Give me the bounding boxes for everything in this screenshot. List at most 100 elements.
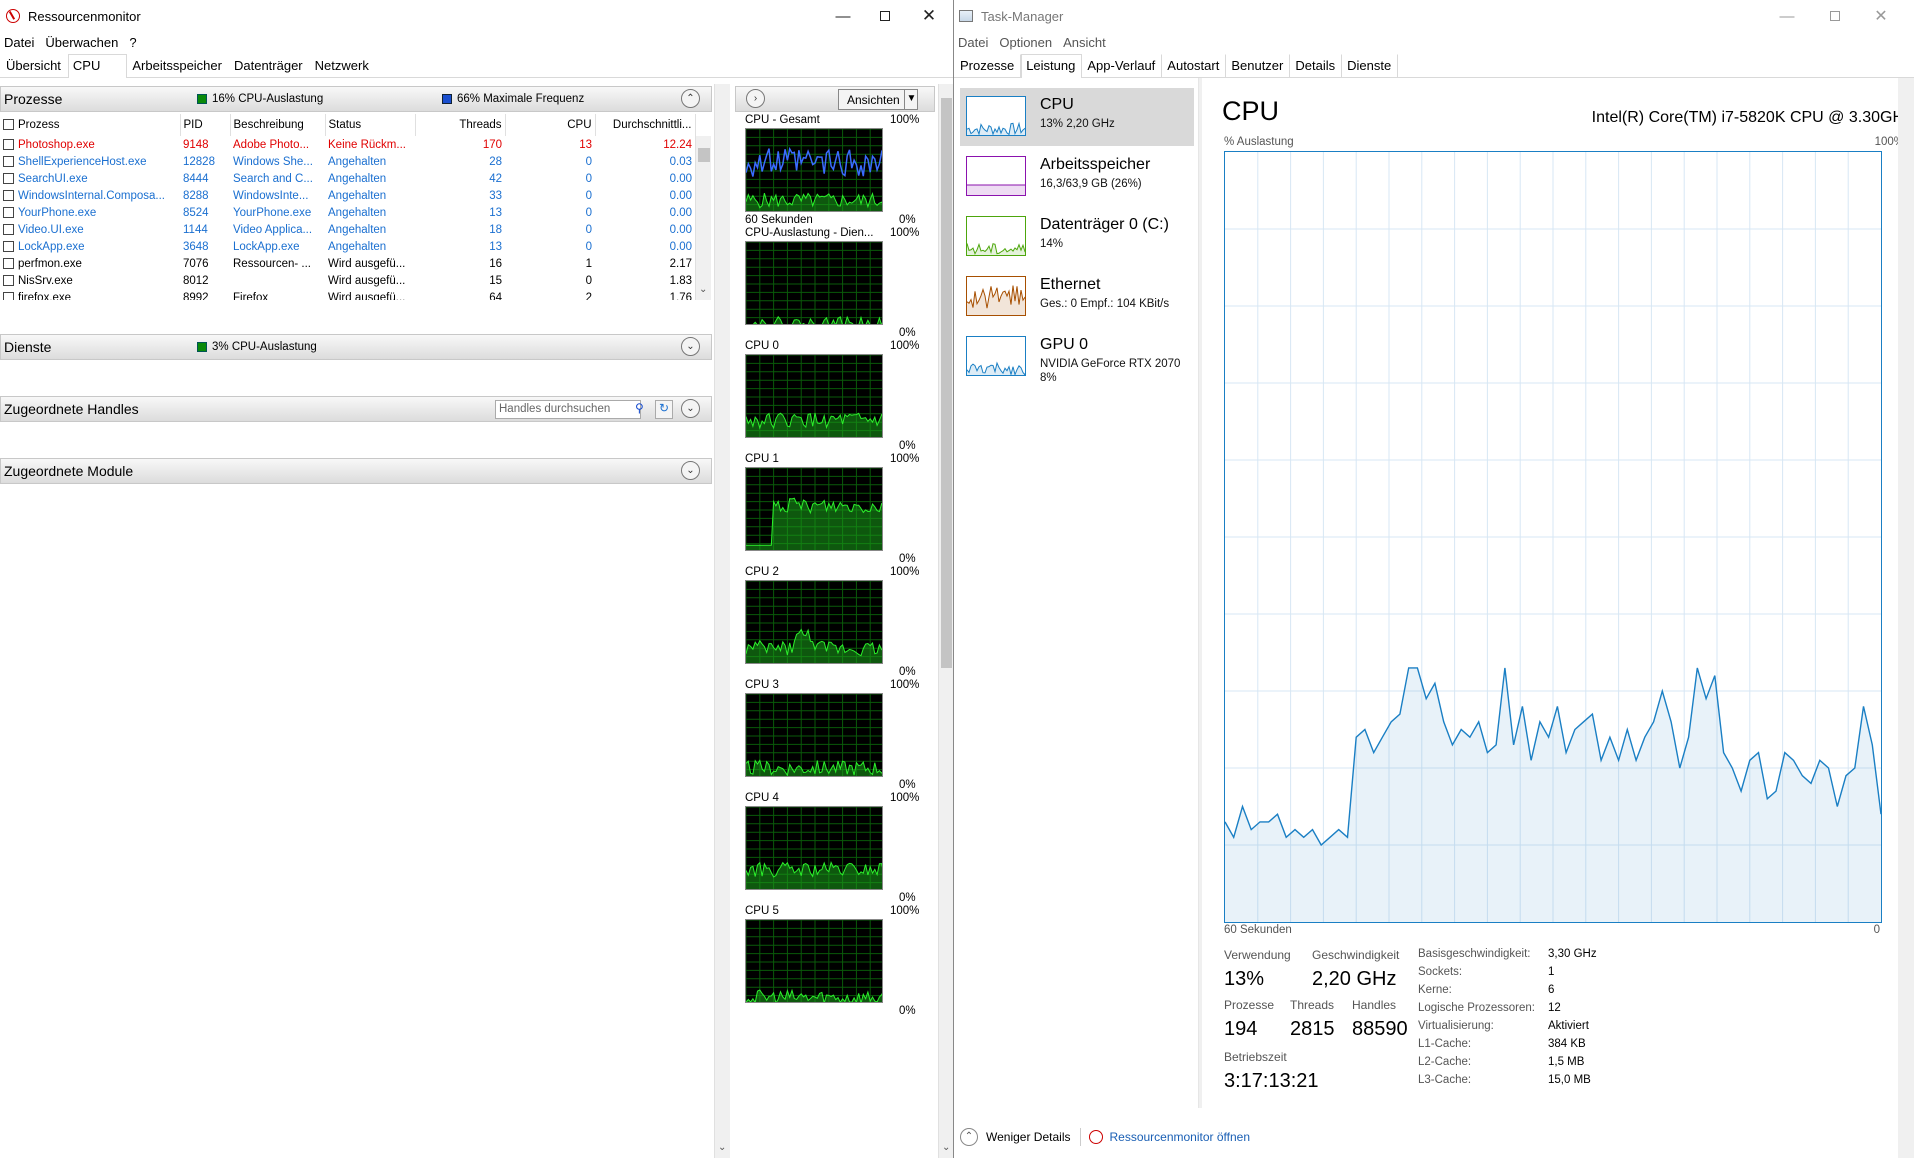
- handles-search-input[interactable]: Handles durchsuchen: [495, 400, 641, 419]
- spec-value: 12: [1548, 1002, 1561, 1014]
- menu-optionen[interactable]: Optionen: [999, 35, 1052, 50]
- sidebar-item-arbeitsspeicher[interactable]: Arbeitsspeicher 16,3/63,9 GB (26%): [960, 148, 1194, 206]
- menu-datei[interactable]: Datei: [4, 35, 34, 50]
- tab-arbeitsspeicher[interactable]: Arbeitsspeicher: [127, 54, 229, 77]
- tab-app-verlauf[interactable]: App-Verlauf: [1082, 54, 1163, 77]
- table-row[interactable]: Video.UI.exe 1144 Video Applica... Angehalt…: [0, 221, 695, 238]
- maximize-button[interactable]: [862, 0, 908, 32]
- tm-scrollbar[interactable]: [1898, 78, 1914, 1158]
- graph-label: CPU 0: [745, 340, 779, 352]
- tab-cpu[interactable]: CPU: [67, 54, 128, 78]
- tab-details[interactable]: Details: [1290, 54, 1343, 77]
- chevron-down-icon[interactable]: ⌄: [681, 461, 700, 480]
- table-row[interactable]: ShellExperienceHost.exe 12828 Windows She.…: [0, 153, 695, 170]
- tm-titlebar[interactable]: Task-Manager — ✕: [954, 0, 1914, 32]
- col-beschreibung[interactable]: Beschreibung: [230, 114, 326, 136]
- dropdown-arrow-icon[interactable]: ▼: [904, 90, 918, 109]
- tab-dienste[interactable]: Dienste: [1342, 54, 1399, 77]
- graph-min-label: 0%: [899, 553, 916, 565]
- process-desc: Adobe Photo...: [233, 138, 310, 151]
- tab-benutzer[interactable]: Benutzer: [1226, 54, 1291, 77]
- sidebar-item-datenträger[interactable]: Datenträger 0 (C:) 14%: [960, 208, 1194, 266]
- modules-panel-header[interactable]: Zugeordnete Module ⌄: [0, 458, 712, 484]
- sidebar-item-gpu[interactable]: GPU 0 NVIDIA GeForce RTX 2070 8%: [960, 328, 1194, 386]
- chevron-up-icon[interactable]: ⌃: [681, 89, 700, 108]
- menu-ansicht[interactable]: Ansicht: [1063, 35, 1106, 50]
- row-checkbox[interactable]: [3, 172, 14, 184]
- graph-min-label: 0%: [899, 1005, 916, 1017]
- table-row[interactable]: YourPhone.exe 8524 YourPhone.exe Angehalten…: [0, 204, 695, 221]
- row-checkbox[interactable]: [3, 206, 14, 218]
- sidebar-item-ethernet[interactable]: Ethernet Ges.: 0 Empf.: 104 KBit/s: [960, 268, 1194, 326]
- tab-leistung[interactable]: Leistung: [1021, 54, 1083, 78]
- row-checkbox[interactable]: [3, 223, 14, 235]
- left-pane-scrollbar[interactable]: ⌄: [714, 84, 730, 1158]
- table-row[interactable]: Photoshop.exe 9148 Adobe Photo... Keine Rüc…: [0, 136, 695, 153]
- services-panel-header[interactable]: Dienste 3% CPU-Auslastung ⌄: [0, 334, 712, 360]
- sidebar-item-cpu[interactable]: CPU 13% 2,20 GHz: [960, 88, 1194, 146]
- row-checkbox[interactable]: [3, 155, 14, 167]
- col-status[interactable]: Status: [325, 114, 416, 136]
- row-checkbox[interactable]: [3, 189, 14, 201]
- tab-prozesse[interactable]: Prozesse: [955, 54, 1022, 77]
- process-desc: Firefox: [233, 291, 269, 301]
- chevron-down-icon[interactable]: ⌄: [681, 337, 700, 356]
- uptime-value: 3:17:13:21: [1224, 1070, 1319, 1092]
- processes-panel-header[interactable]: Prozesse 16% CPU-Auslastung 66% Maximale…: [0, 86, 712, 112]
- menu-datei[interactable]: Datei: [958, 35, 988, 50]
- close-button[interactable]: ✕: [1858, 0, 1904, 32]
- row-checkbox[interactable]: [3, 240, 14, 252]
- row-checkbox[interactable]: [3, 138, 14, 150]
- chevron-up-icon[interactable]: ⌃: [960, 1128, 978, 1146]
- speed-value: 2,20 GHz: [1312, 968, 1397, 990]
- col-prozess[interactable]: Prozess: [0, 114, 181, 136]
- process-desc: Ressourcen- ...: [233, 257, 311, 270]
- tab-datentraeger[interactable]: Datenträger: [229, 54, 310, 77]
- menu-help[interactable]: ?: [129, 35, 136, 50]
- cpu-graph: [745, 128, 883, 212]
- chevron-down-icon[interactable]: ⌄: [681, 399, 700, 418]
- table-row[interactable]: perfmon.exe 7076 Ressourcen- ... Wird ausge…: [0, 255, 695, 272]
- handles-panel-header[interactable]: Zugeordnete Handles Handles durchsuchen …: [0, 396, 712, 422]
- table-row[interactable]: SearchUI.exe 8444 Search and C... Angehalte…: [0, 170, 695, 187]
- tm-menubar: Datei Optionen Ansicht: [954, 32, 1914, 52]
- table-row[interactable]: LockApp.exe 3648 LockApp.exe Angehalten 13 0 0…: [0, 238, 695, 255]
- fewer-details-link[interactable]: Weniger Details: [986, 1130, 1070, 1144]
- minimize-button[interactable]: —: [1764, 0, 1810, 32]
- handles-label: Handles: [1352, 998, 1397, 1012]
- chevron-right-icon[interactable]: ›: [746, 89, 765, 108]
- graph-time-label: 60 Sekunden: [745, 214, 813, 226]
- menu-ueberwachen[interactable]: Überwachen: [45, 35, 118, 50]
- col-threads[interactable]: Threads: [415, 114, 506, 136]
- row-checkbox[interactable]: [3, 274, 14, 286]
- rm-titlebar[interactable]: Ressourcenmonitor — ✕: [0, 0, 953, 32]
- cpu-model: Intel(R) Core(TM) i7-5820K CPU @ 3.30GHz: [1591, 109, 1912, 126]
- spec-key: Basisgeschwindigkeit:: [1418, 948, 1531, 960]
- sidebar-divider[interactable]: [1199, 78, 1202, 1108]
- close-button[interactable]: ✕: [906, 0, 952, 32]
- spec-key: L3-Cache:: [1418, 1074, 1472, 1086]
- spec-value: 1: [1548, 966, 1555, 978]
- row-checkbox[interactable]: [3, 257, 14, 269]
- row-checkbox[interactable]: [3, 291, 14, 300]
- refresh-icon[interactable]: ↻: [655, 400, 673, 419]
- graphs-scrollbar[interactable]: ⌄: [938, 84, 953, 1158]
- process-desc: WindowsInte...: [233, 189, 309, 202]
- minimize-button[interactable]: —: [820, 0, 866, 32]
- tm-footer: ⌃ Weniger Details Ressourcenmonitor öffn…: [954, 1122, 1914, 1152]
- col-cpu[interactable]: CPU: [505, 114, 596, 136]
- processes-scrollbar[interactable]: ⌄: [695, 136, 711, 300]
- tab-autostart[interactable]: Autostart: [1162, 54, 1227, 77]
- tab-uebersicht[interactable]: Übersicht: [1, 54, 68, 77]
- col-pid[interactable]: PID: [180, 114, 231, 136]
- table-row[interactable]: WindowsInternal.Composa... 8288 WindowsInt…: [0, 187, 695, 204]
- tab-netzwerk[interactable]: Netzwerk: [310, 54, 376, 77]
- open-resource-monitor-link[interactable]: Ressourcenmonitor öffnen: [1109, 1130, 1250, 1144]
- process-threads: 42: [489, 172, 502, 185]
- table-row[interactable]: firefox.exe 8992 Firefox Wird ausgefü... 64 2…: [0, 289, 695, 300]
- maximize-button[interactable]: [1812, 0, 1858, 32]
- col-avg[interactable]: Durchschnittli...: [595, 114, 696, 136]
- table-row[interactable]: NisSrv.exe 8012 Wird ausgefü... 15 0 1.83: [0, 272, 695, 289]
- search-icon[interactable]: ⚲: [635, 401, 644, 415]
- sidebar-item-name: Ethernet: [1040, 276, 1101, 293]
